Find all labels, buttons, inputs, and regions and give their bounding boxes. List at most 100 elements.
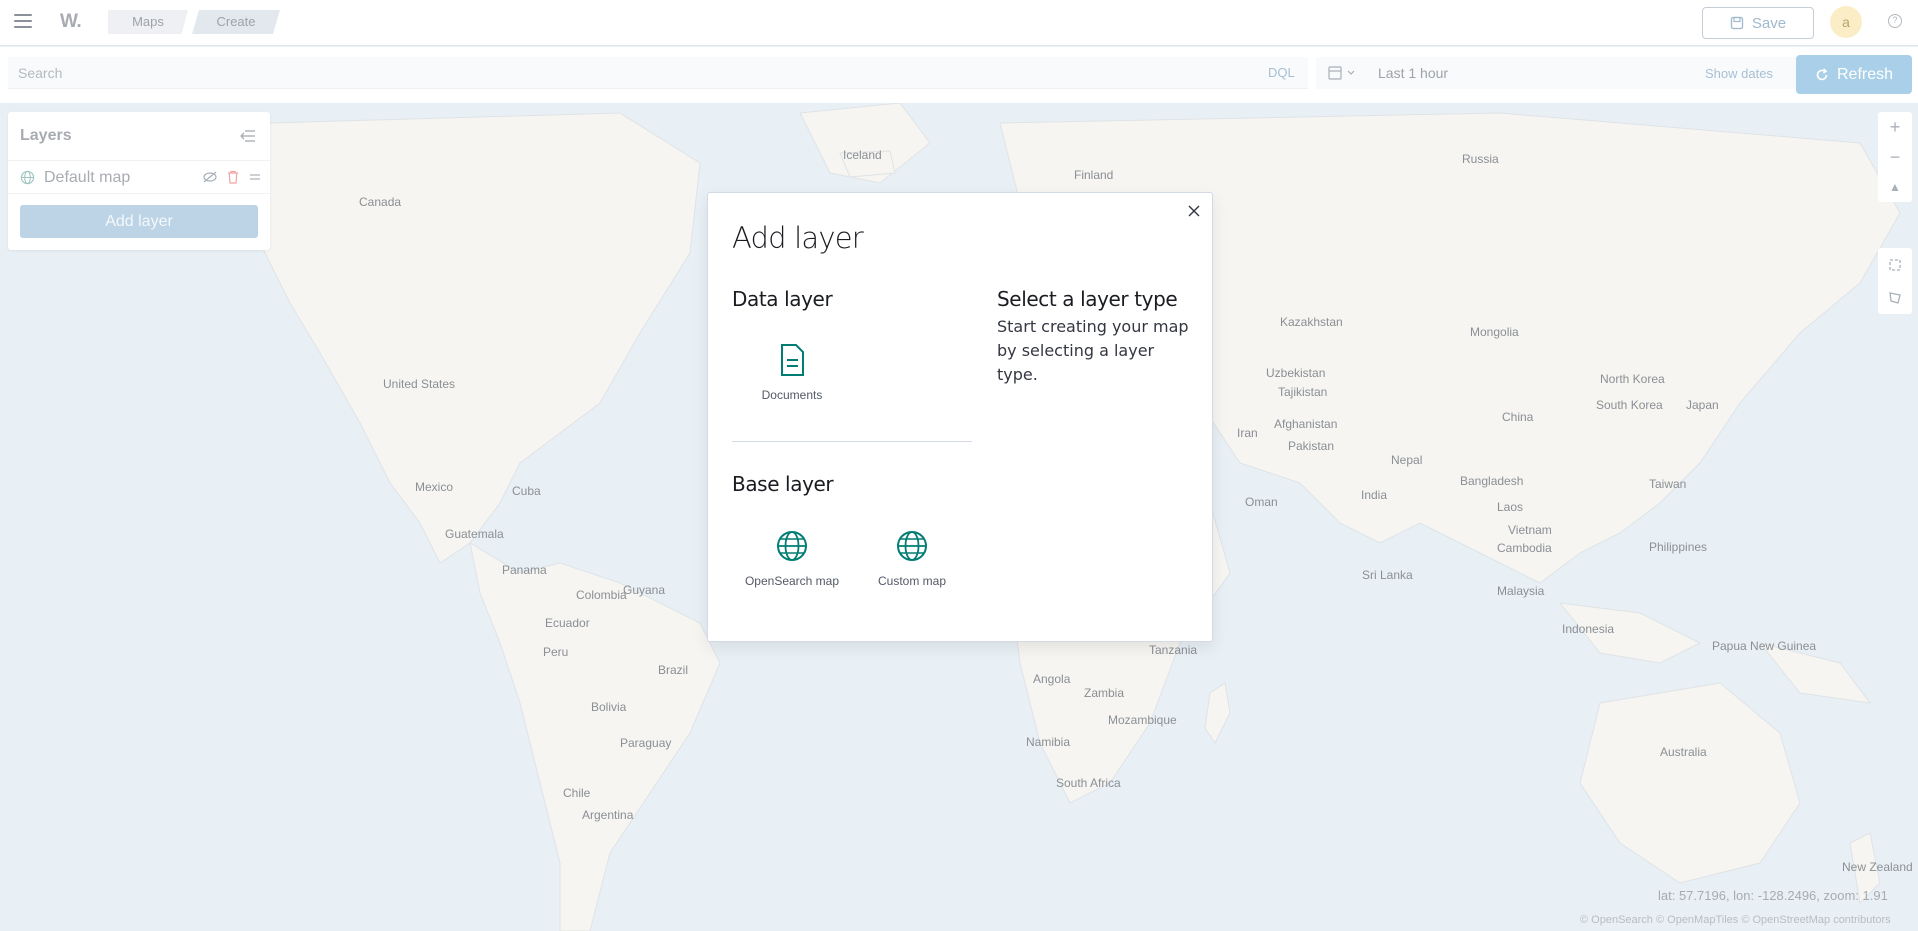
map-label-china: China (1502, 410, 1534, 424)
map-label-mozambique: Mozambique (1108, 713, 1177, 727)
draw-polygon-icon[interactable] (1878, 281, 1912, 314)
documents-layer-option[interactable]: Documents (737, 343, 847, 402)
map-label-philippines: Philippines (1649, 540, 1708, 554)
map-label-canada: Canada (359, 195, 402, 209)
globe-icon (777, 531, 807, 561)
collapse-panel-icon[interactable] (240, 130, 256, 142)
layer-name: Default map (44, 169, 131, 186)
map-label-papua-new-guinea: Papua New Guinea (1712, 639, 1817, 653)
map-label-south-africa: South Africa (1056, 776, 1121, 790)
add-layer-button[interactable]: Add layer (20, 205, 258, 238)
search-input[interactable]: Search (8, 57, 1308, 89)
map-label-brazil: Brazil (658, 663, 689, 677)
save-label: Save (1751, 14, 1787, 32)
close-icon[interactable] (1186, 203, 1202, 219)
map-label-laos: Laos (1497, 500, 1524, 514)
map-label-panama: Panama (502, 563, 547, 577)
map-label-afghanistan: Afghanistan (1274, 417, 1338, 431)
refresh-icon (1816, 67, 1828, 80)
map-label-kazakhstan: Kazakhstan (1280, 315, 1343, 329)
map-label-namibia: Namibia (1026, 735, 1071, 749)
refresh-label: Refresh (1836, 65, 1894, 83)
delete-layer-icon[interactable] (226, 170, 240, 184)
save-button[interactable]: Save (1702, 7, 1814, 39)
avatar[interactable]: a (1830, 6, 1862, 38)
map-label-tanzania: Tanzania (1149, 643, 1198, 657)
map-label-tajikistan: Tajikistan (1278, 385, 1328, 399)
map-label-cuba: Cuba (512, 484, 541, 498)
help-title: Select a layer type (997, 287, 1178, 311)
modal-title: Add layer (732, 221, 864, 255)
query-language-toggle[interactable]: DQL (1268, 65, 1295, 80)
map-label-nepal: Nepal (1391, 453, 1423, 467)
map-attribution[interactable]: © OpenSearch © OpenMapTiles © OpenStreet… (1580, 914, 1891, 926)
globe-icon (897, 531, 927, 561)
map-label-mexico: Mexico (415, 480, 454, 494)
top-header: W. Maps Create Save a ? (0, 0, 1918, 46)
map-label-malaysia: Malaysia (1497, 584, 1545, 598)
map-label-bolivia: Bolivia (591, 700, 627, 714)
refresh-button[interactable]: Refresh (1796, 55, 1912, 94)
map-label-guatemala: Guatemala (445, 527, 504, 541)
custom-map-label: Custom map (877, 574, 947, 588)
map-label-taiwan: Taiwan (1649, 477, 1687, 491)
data-layer-title: Data layer (732, 287, 833, 311)
map-label-cambodia: Cambodia (1497, 541, 1552, 555)
map-label-paraguay: Paraguay (620, 736, 672, 750)
map-label-colombia: Colombia (576, 588, 627, 602)
opensearch-map-label: OpenSearch map (744, 574, 840, 588)
map-label-united-states: United States (383, 377, 456, 391)
map-label-oman: Oman (1245, 495, 1278, 509)
drag-handle-icon[interactable] (248, 170, 262, 184)
globe-icon (20, 170, 35, 185)
calendar-icon[interactable] (1328, 65, 1358, 81)
show-dates-link[interactable]: Show dates (1705, 66, 1773, 81)
map-label-pakistan: Pakistan (1288, 439, 1335, 453)
map-label-peru: Peru (543, 645, 569, 659)
app-logo[interactable]: W. (60, 11, 82, 33)
zoom-control: + − ▲ (1878, 112, 1912, 202)
document-icon (781, 344, 804, 376)
map-label-chile: Chile (563, 786, 591, 800)
map-label-guyana: Guyana (623, 583, 666, 597)
map-label-japan: Japan (1686, 398, 1719, 412)
draw-rectangle-icon[interactable] (1878, 248, 1912, 281)
map-label-angola: Angola (1033, 672, 1071, 686)
zoom-out-icon[interactable]: − (1878, 142, 1912, 172)
map-label-iceland: Iceland (843, 148, 882, 162)
map-label-finland: Finland (1074, 168, 1114, 182)
zoom-in-icon[interactable]: + (1878, 112, 1912, 142)
map-label-vietnam: Vietnam (1508, 523, 1552, 537)
breadcrumb-maps[interactable]: Maps (108, 10, 188, 34)
map-coordinates: lat: 57.7196, lon: -128.2496, zoom: 1.91 (1658, 888, 1888, 903)
map-label-sri-lanka: Sri Lanka (1362, 568, 1413, 582)
map-label-bangladesh: Bangladesh (1460, 474, 1524, 488)
hamburger-icon[interactable] (14, 14, 32, 30)
add-layer-modal: Add layer Data layer Documents Base laye… (707, 192, 1213, 642)
time-range-label[interactable]: Last 1 hour (1378, 65, 1448, 81)
layers-title: Layers (20, 127, 72, 144)
compass-icon[interactable]: ▲ (1878, 172, 1912, 202)
base-layer-title: Base layer (732, 472, 834, 496)
opensearch-map-option[interactable]: OpenSearch map (737, 529, 847, 588)
help-icon[interactable]: ? (1888, 14, 1902, 28)
map-label-iran: Iran (1237, 426, 1258, 440)
custom-map-option[interactable]: Custom map (857, 529, 967, 588)
help-text: Start creating your map by selecting a l… (997, 317, 1189, 384)
map-label-india: India (1361, 488, 1388, 502)
hide-layer-icon[interactable] (202, 170, 218, 184)
map-label-south-korea: South Korea (1596, 398, 1663, 412)
documents-label: Documents (761, 388, 823, 402)
layer-item[interactable]: Default map (8, 160, 270, 194)
map-label-mongolia: Mongolia (1470, 325, 1519, 339)
map-label-uzbekistan: Uzbekistan (1266, 366, 1326, 380)
map-label-ecuador: Ecuador (545, 616, 590, 630)
layer-actions (202, 170, 262, 184)
map-label-new-zealand: New Zealand (1842, 860, 1913, 874)
draw-control (1878, 248, 1912, 314)
layers-panel: Layers Default map Add layer (8, 112, 270, 250)
map-label-zambia: Zambia (1084, 686, 1125, 700)
map-label-australia: Australia (1660, 745, 1707, 759)
map-label-argentina: Argentina (582, 808, 634, 822)
save-icon (1730, 16, 1744, 30)
